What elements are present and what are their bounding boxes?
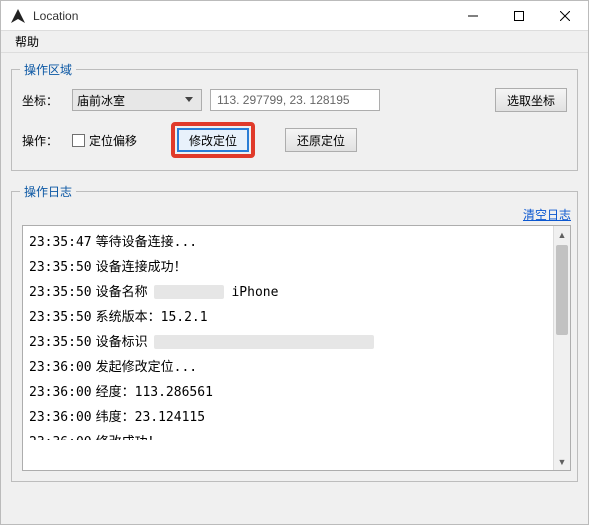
log-message: 设备连接成功！ [96, 255, 187, 280]
scrollbar-vertical[interactable]: ▲ ▼ [553, 226, 570, 470]
maximize-button[interactable] [496, 1, 542, 31]
log-text[interactable]: 23:35:47等待设备连接...23:35:50设备连接成功！23:35:50… [23, 226, 553, 470]
redacted-block [154, 335, 374, 349]
highlight-ring: 修改定位 [171, 122, 255, 158]
log-time: 23:36:00 [29, 430, 92, 440]
clear-log-link[interactable]: 清空日志 [523, 206, 571, 223]
log-message: 经度：113.286561 [96, 380, 213, 405]
chevron-down-icon [181, 90, 197, 110]
titlebar: Location [1, 1, 588, 31]
log-time: 23:35:50 [29, 330, 92, 355]
menu-help[interactable]: 帮助 [7, 31, 47, 52]
redacted-block [154, 285, 224, 299]
scroll-track[interactable] [554, 243, 570, 453]
navigation-arrow-icon [9, 7, 27, 25]
coords-field-value: 113. 297799, 23. 128195 [217, 93, 350, 107]
location-dropdown[interactable]: 庙前冰室 [72, 89, 202, 111]
log-time: 23:35:47 [29, 230, 92, 255]
window-title: Location [33, 9, 450, 23]
offset-checkbox-label: 定位偏移 [89, 132, 137, 149]
log-message: 修改成功！ [96, 430, 161, 440]
log-time: 23:35:50 [29, 305, 92, 330]
log-time: 23:35:50 [29, 255, 92, 280]
pick-coords-button[interactable]: 选取坐标 [495, 88, 567, 112]
checkbox-box-icon [72, 134, 85, 147]
log-header: 清空日志 [22, 206, 571, 223]
group-log: 操作日志 清空日志 23:35:47等待设备连接...23:35:50设备连接成… [11, 191, 578, 482]
offset-checkbox[interactable]: 定位偏移 [72, 132, 137, 149]
log-time: 23:36:00 [29, 355, 92, 380]
ops-label: 操作： [22, 132, 64, 149]
log-time: 23:36:00 [29, 380, 92, 405]
modify-location-button[interactable]: 修改定位 [177, 128, 249, 152]
log-message: 发起修改定位... [96, 355, 197, 380]
log-message: 设备标识 [96, 330, 148, 355]
client-area: 操作区域 坐标： 庙前冰室 113. 297799, 23. 128195 选取… [1, 53, 588, 524]
log-line: 23:35:50设备标识 [29, 330, 547, 355]
log-message: 系统版本：15.2.1 [96, 305, 208, 330]
log-time: 23:35:50 [29, 280, 92, 305]
log-line: 23:36:00 修改成功！ [29, 430, 547, 440]
close-button[interactable] [542, 1, 588, 31]
location-dropdown-value: 庙前冰室 [77, 92, 181, 109]
row-coords: 坐标： 庙前冰室 113. 297799, 23. 128195 选取坐标 [22, 88, 567, 112]
menubar: 帮助 [1, 31, 588, 53]
log-view: 23:35:47等待设备连接...23:35:50设备连接成功！23:35:50… [22, 225, 571, 471]
group-operations: 操作区域 坐标： 庙前冰室 113. 297799, 23. 128195 选取… [11, 69, 578, 171]
minimize-button[interactable] [450, 1, 496, 31]
row-ops: 操作： 定位偏移 修改定位 还原定位 [22, 122, 567, 158]
restore-location-button[interactable]: 还原定位 [285, 128, 357, 152]
log-line: 23:36:00经度：113.286561 [29, 380, 547, 405]
log-message: 设备名称 [96, 280, 148, 305]
log-line: 23:35:50设备名称 iPhone [29, 280, 547, 305]
log-line: 23:35:50系统版本：15.2.1 [29, 305, 547, 330]
log-time: 23:36:00 [29, 405, 92, 430]
group-log-legend: 操作日志 [20, 183, 76, 200]
log-message: 纬度：23.124115 [96, 405, 205, 430]
log-line: 23:35:47等待设备连接... [29, 230, 547, 255]
log-line: 23:35:50设备连接成功！ [29, 255, 547, 280]
scroll-up-icon[interactable]: ▲ [554, 226, 570, 243]
coord-label: 坐标： [22, 92, 64, 109]
coords-field[interactable]: 113. 297799, 23. 128195 [210, 89, 380, 111]
scroll-thumb[interactable] [556, 245, 568, 335]
log-message: 等待设备连接... [96, 230, 197, 255]
log-line: 23:36:00纬度：23.124115 [29, 405, 547, 430]
log-message-suffix: iPhone [224, 285, 279, 300]
scroll-down-icon[interactable]: ▼ [554, 453, 570, 470]
group-operations-legend: 操作区域 [20, 61, 76, 78]
log-line: 23:36:00发起修改定位... [29, 355, 547, 380]
